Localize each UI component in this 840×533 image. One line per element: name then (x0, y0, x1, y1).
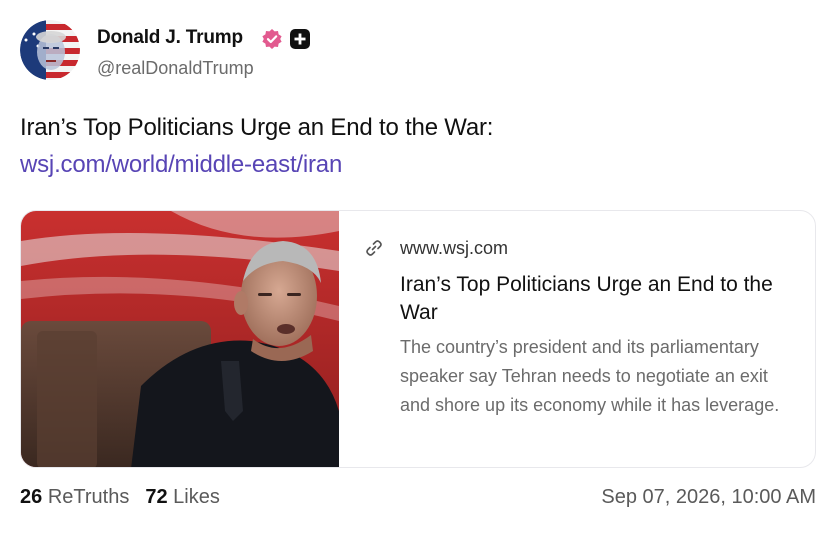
author-handle[interactable]: @realDonaldTrump (97, 58, 254, 79)
link-preview-domain: www.wsj.com (400, 238, 509, 258)
verified-badge-icon (262, 29, 282, 49)
retruths-count: 26 (20, 486, 43, 508)
likes-stat[interactable]: 72 Likes (145, 486, 220, 508)
link-preview-title: Iran’s Top Politicians Urge an End to th… (400, 273, 773, 324)
likes-count: 72 (145, 486, 168, 508)
avatar-image (20, 20, 80, 80)
author-display-name[interactable]: Donald J. Trump (97, 27, 243, 49)
avatar[interactable] (20, 20, 80, 80)
post-timestamp[interactable]: Sep 07, 2026, 10:00 AM (601, 486, 816, 509)
likes-label: Likes (173, 486, 220, 508)
link-preview-card[interactable]: www.wsj.com Iran’s Top Politicians Urge … (20, 210, 816, 468)
link-preview-description: The country’s president and its parliame… (400, 337, 780, 415)
post-text: Iran’s Top Politicians Urge an End to th… (20, 114, 494, 141)
plus-subscriber-icon (290, 29, 310, 49)
retruths-label: ReTruths (47, 486, 130, 508)
link-preview-image (21, 211, 339, 467)
link-icon (366, 240, 382, 256)
retruths-stat[interactable]: 26 ReTruths (20, 486, 129, 508)
post-stats: 26 ReTruths 72 Likes (20, 486, 220, 509)
post-link[interactable]: wsj.com/world/middle-east/iran (20, 151, 342, 179)
